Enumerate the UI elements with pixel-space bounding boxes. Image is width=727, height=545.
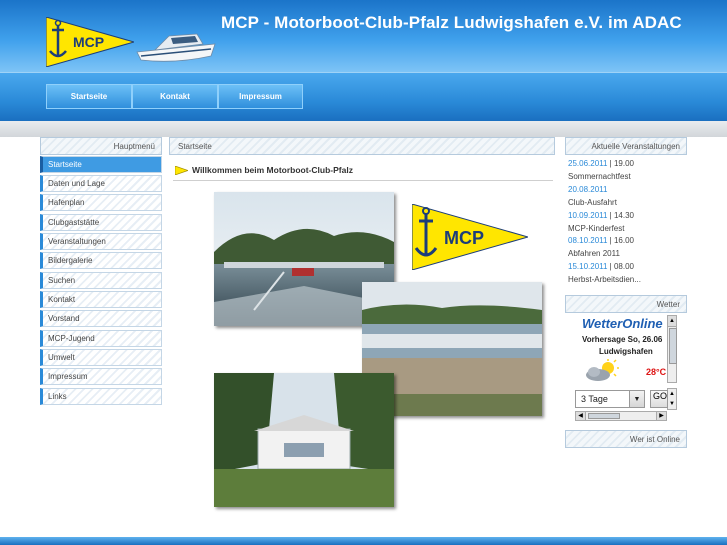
event-date-link[interactable]: 20.08.2011	[568, 185, 607, 194]
event-date-row: 08.10.2011 | 16.00	[568, 236, 634, 245]
scroll-thumb[interactable]	[588, 413, 620, 419]
menu-item-clubgaststaette[interactable]: Clubgaststätte	[40, 214, 162, 231]
event-title: Club-Ausfahrt	[568, 198, 617, 207]
divider-band	[0, 121, 727, 137]
menu-item-startseite[interactable]: Startseite	[40, 156, 162, 173]
breadcrumb[interactable]: Startseite	[169, 137, 555, 155]
forecast-city: Ludwigshafen	[599, 347, 653, 356]
menu-item-hafenplan[interactable]: Hafenplan	[40, 194, 162, 211]
event-title: Herbst-Arbeitsdien...	[568, 275, 641, 284]
event-date-row: 10.09.2011 | 14.30	[568, 211, 634, 220]
event-date-link[interactable]: 10.09.2011	[568, 211, 607, 220]
site-title: MCP - Motorboot-Club-Pfalz Ludwigshafen …	[221, 13, 682, 32]
event-date-link[interactable]: 25.06.2011	[568, 159, 607, 168]
menu-item-impressum[interactable]: Impressum	[40, 368, 162, 385]
svg-text:MCP: MCP	[73, 34, 104, 50]
site-header: MCP MCP - Motorboot-Club-Pfalz Ludwigsha…	[0, 0, 727, 72]
scroll-right-icon[interactable]: ▶	[656, 412, 666, 420]
weather-heading: Wetter	[565, 295, 687, 313]
welcome-text: Willkommen beim Motorboot-Club-Pfalz	[192, 165, 353, 175]
go-button[interactable]: GO	[650, 390, 668, 408]
scroll-up-icon[interactable]: ▲	[668, 389, 676, 399]
flag-icon	[175, 165, 188, 175]
mcp-flag-logo: MCP	[412, 204, 528, 270]
menu-item-kontakt[interactable]: Kontakt	[40, 291, 162, 308]
scroll-up-icon[interactable]: ▲	[668, 316, 676, 327]
nav-startseite[interactable]: Startseite	[46, 84, 132, 109]
days-select-value: 3 Tage	[581, 394, 608, 404]
event-title: Abfahren 2011	[568, 249, 620, 258]
scroll-left-icon[interactable]: ◀	[576, 412, 586, 420]
nav-impressum[interactable]: Impressum	[218, 84, 303, 109]
menu-item-veranstaltungen[interactable]: Veranstaltungen	[40, 233, 162, 250]
footer-bar	[0, 537, 727, 545]
menu-item-vorstand[interactable]: Vorstand	[40, 310, 162, 327]
event-date-link[interactable]: 08.10.2011	[568, 236, 607, 245]
event-title: Sommernachtfest	[568, 172, 631, 181]
forecast-days-select[interactable]: 3 Tage ▼	[575, 390, 645, 408]
partly-sunny-icon	[586, 359, 619, 381]
menu-item-bildergalerie[interactable]: Bildergalerie	[40, 252, 162, 269]
forecast-date: Vorhersage So, 26.06	[582, 335, 663, 344]
welcome-heading: Willkommen beim Motorboot-Club-Pfalz	[175, 165, 353, 175]
chevron-down-icon[interactable]: ▼	[629, 391, 644, 407]
main-menu-heading: Hauptmenü	[40, 137, 162, 155]
mcp-logo[interactable]: MCP	[46, 17, 134, 67]
weather-horizontal-scrollbar[interactable]: ◀ ▶	[575, 411, 667, 421]
clubhouse-photo	[214, 373, 394, 507]
forecast-temperature: 28°C	[646, 367, 667, 377]
event-date-row: 20.08.2011	[568, 185, 607, 194]
menu-item-suchen[interactable]: Suchen	[40, 272, 162, 289]
menu-item-links[interactable]: Links	[40, 388, 162, 405]
event-title: MCP-Kinderfest	[568, 224, 625, 233]
event-date-row: 15.10.2011 | 08.00	[568, 262, 634, 271]
event-date-link[interactable]: 15.10.2011	[568, 262, 607, 271]
event-date-row: 25.06.2011 | 19.00	[568, 159, 634, 168]
wetteronline-logo: WetterOnline	[582, 316, 663, 331]
weather-scrollbar-lower[interactable]: ▲ ▼	[667, 388, 677, 410]
top-navigation: Startseite Kontakt Impressum	[0, 72, 727, 121]
svg-text:MCP: MCP	[444, 228, 484, 248]
who-is-online-heading: Wer ist Online	[565, 430, 687, 448]
scroll-down-icon[interactable]: ▼	[668, 399, 676, 409]
weather-widget[interactable]: WetterOnline Vorhersage So, 26.06 Ludwig…	[565, 313, 679, 383]
scroll-thumb[interactable]	[669, 328, 677, 364]
boat-illustration	[136, 33, 216, 62]
menu-item-mcp-jugend[interactable]: MCP-Jugend	[40, 330, 162, 347]
events-heading: Aktuelle Veranstaltungen	[565, 137, 687, 155]
weather-vertical-scrollbar[interactable]: ▲	[667, 315, 677, 383]
nav-kontakt[interactable]: Kontakt	[132, 84, 218, 109]
menu-item-umwelt[interactable]: Umwelt	[40, 349, 162, 366]
divider-line	[173, 180, 553, 181]
menu-item-daten-und-lage[interactable]: Daten und Lage	[40, 175, 162, 192]
